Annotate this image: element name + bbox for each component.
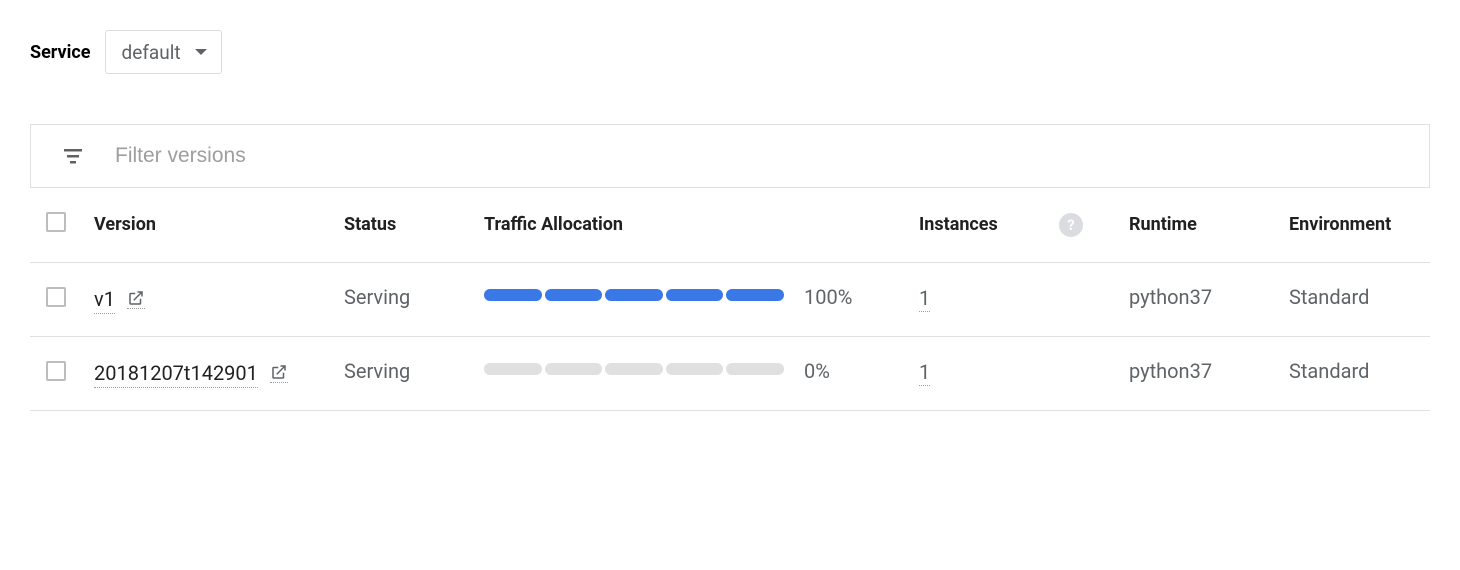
traffic-segment [666,363,724,375]
filter-bar [30,124,1430,188]
runtime-cell: python37 [1129,262,1289,336]
select-all-checkbox[interactable] [46,212,66,232]
external-link-icon[interactable] [270,363,288,383]
traffic-segment [605,289,663,301]
status-cell: Serving [344,262,484,336]
traffic-segment [605,363,663,375]
row-checkbox[interactable] [46,287,66,307]
traffic-segment [726,289,784,301]
traffic-segment [484,289,542,301]
environment-cell: Standard [1289,336,1430,410]
traffic-percent: 100% [804,262,919,336]
header-help: ? [1059,188,1129,262]
traffic-segment [545,289,603,301]
row-checkbox[interactable] [46,361,66,381]
service-selector-row: Service default [30,30,1430,74]
table-row: 20181207t142901 Serving 0%1 python37Standar… [30,336,1430,410]
table-header-row: Version Status Traffic Allocation Instan… [30,188,1430,262]
traffic-segment [726,363,784,375]
traffic-segment [666,289,724,301]
service-dropdown[interactable]: default [105,30,222,74]
instances-link[interactable]: 1 [919,359,930,386]
versions-table: Version Status Traffic Allocation Instan… [30,188,1430,411]
filter-icon [61,144,85,168]
version-link[interactable]: 20181207t142901 [94,359,258,388]
header-environment[interactable]: Environment [1289,188,1430,262]
environment-cell: Standard [1289,262,1430,336]
traffic-bar [484,289,784,301]
version-cell: v1 [94,285,324,314]
traffic-segment [545,363,603,375]
filter-input[interactable] [115,144,1399,168]
version-cell: 20181207t142901 [94,359,324,388]
service-label: Service [30,42,91,63]
select-all-cell [30,188,94,262]
header-instances[interactable]: Instances [919,188,1059,262]
header-traffic-pct [804,188,919,262]
header-version[interactable]: Version [94,188,344,262]
version-link[interactable]: v1 [94,285,115,314]
service-selected-value: default [122,41,181,64]
external-link-icon[interactable] [127,289,145,309]
help-icon[interactable]: ? [1059,213,1083,237]
traffic-segment [484,363,542,375]
chevron-down-icon [195,49,207,55]
status-cell: Serving [344,336,484,410]
table-row: v1 Serving 100%1 python37Standard [30,262,1430,336]
header-runtime[interactable]: Runtime [1129,188,1289,262]
traffic-percent: 0% [804,336,919,410]
header-status[interactable]: Status [344,188,484,262]
traffic-bar [484,363,784,375]
runtime-cell: python37 [1129,336,1289,410]
instances-link[interactable]: 1 [919,285,930,312]
header-traffic[interactable]: Traffic Allocation [484,188,804,262]
